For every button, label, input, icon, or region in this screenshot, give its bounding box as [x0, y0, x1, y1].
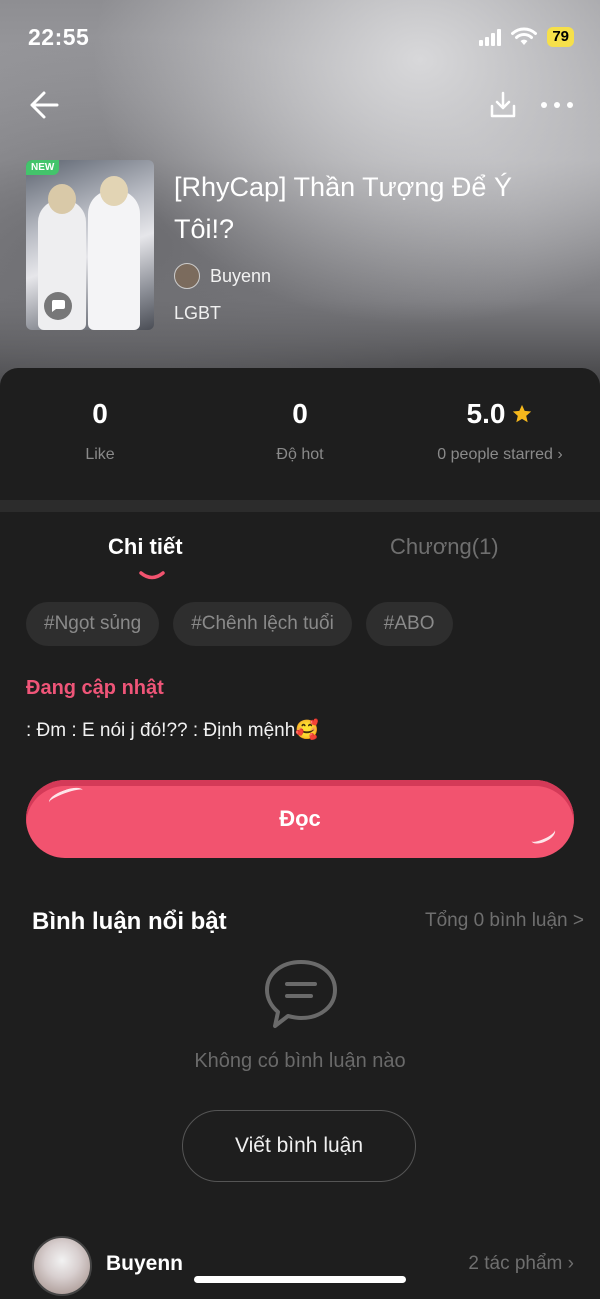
- author-works-count: 2 tác phẩm ›: [468, 1253, 574, 1274]
- section-divider: [0, 500, 600, 512]
- stat-rating[interactable]: 5.0 0 people starred ›: [400, 398, 600, 464]
- empty-comments-text: Không có bình luận nào: [194, 1050, 406, 1072]
- write-comment-button[interactable]: Viết bình luận: [182, 1110, 416, 1182]
- author-avatar: [174, 263, 200, 289]
- author-link[interactable]: Buyenn: [174, 263, 271, 289]
- read-button[interactable]: Đọc: [26, 780, 574, 858]
- comments-header: Bình luận nổi bật Tổng 0 bình luận >: [32, 908, 584, 940]
- new-badge: NEW: [26, 160, 60, 175]
- tag-chip[interactable]: #ABO: [365, 602, 453, 646]
- wifi-icon: [511, 27, 538, 45]
- tag-chip[interactable]: #Ngọt sủng: [26, 602, 160, 646]
- battery-indicator: 79: [547, 27, 574, 47]
- tab-detail[interactable]: Chi tiết: [108, 534, 183, 560]
- tag-chip[interactable]: #Chênh lệch tuổi: [173, 602, 352, 646]
- tab-chapters[interactable]: Chương(1): [390, 534, 499, 560]
- people-starred-link: 0 people starred ›: [437, 446, 563, 463]
- book-title: [RhyCap] Thần Tượng Để Ý Tôi!?: [174, 172, 512, 244]
- details-sheet: 0 Like 0 Độ hot 5.0 0 people starred › C…: [0, 368, 600, 1299]
- comments-title: Bình luận nổi bật: [32, 908, 227, 935]
- top-bar: [28, 86, 574, 126]
- back-arrow-icon[interactable]: [28, 88, 60, 122]
- tag-list: #Ngọt sủng #Chênh lệch tuổi #ABO: [26, 602, 453, 646]
- status-bar: 22:55 79: [28, 20, 574, 54]
- status-time: 22:55: [28, 23, 90, 50]
- book-description: : Đm : E nói j đó!?? : Định mệnh🥰: [26, 720, 319, 741]
- author-profile-row[interactable]: Buyenn 2 tác phẩm ›: [32, 1236, 574, 1296]
- signal-icon: [479, 28, 502, 46]
- author-name: Buyenn: [210, 265, 272, 286]
- stats-row: 0 Like 0 Độ hot 5.0 0 people starred ›: [0, 398, 600, 478]
- rating-value: 5.0: [466, 398, 506, 429]
- star-icon: [513, 404, 532, 423]
- download-icon[interactable]: [488, 90, 518, 120]
- home-indicator: [194, 1276, 406, 1283]
- comment-empty-icon: [265, 960, 337, 1028]
- author-row-name: Buyenn: [106, 1252, 184, 1275]
- comments-total-link[interactable]: Tổng 0 bình luận >: [425, 910, 584, 932]
- book-cover[interactable]: NEW: [26, 160, 154, 330]
- update-status: Đang cập nhật: [26, 677, 164, 699]
- avatar: [32, 1236, 92, 1296]
- more-options-icon[interactable]: [540, 90, 574, 120]
- genre-label[interactable]: LGBT: [174, 303, 221, 324]
- chat-bubble-icon: [44, 292, 72, 320]
- tab-active-indicator: [139, 571, 165, 580]
- tab-bar: Chi tiết Chương(1): [0, 534, 600, 584]
- stat-like: 0 Like: [85, 398, 115, 463]
- stat-hot: 0 Độ hot: [276, 398, 324, 463]
